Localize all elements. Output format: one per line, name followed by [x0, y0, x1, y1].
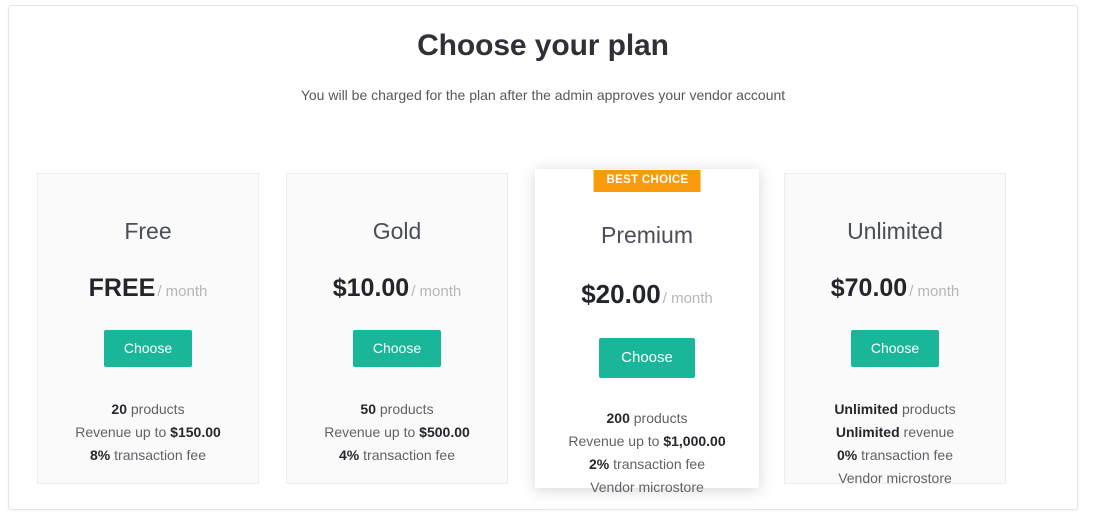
feature-item: Vendor microstore — [785, 467, 1005, 490]
feature-label: transaction fee — [609, 456, 705, 472]
feature-label: transaction fee — [359, 447, 455, 463]
choose-button-premium[interactable]: Choose — [599, 338, 695, 378]
choose-button-gold[interactable]: Choose — [352, 330, 442, 367]
feature-value: 200 — [606, 410, 630, 426]
feature-value: 4% — [339, 447, 360, 463]
plan-features: 200 products Revenue up to $1,000.00 2% … — [536, 378, 758, 499]
feature-item: 0% transaction fee — [785, 444, 1005, 467]
plan-name: Unlimited — [847, 218, 943, 244]
feature-label: Revenue up to — [568, 433, 664, 449]
feature-value: 0% — [837, 447, 858, 463]
feature-label: transaction fee — [110, 447, 206, 463]
plan-amount: $70.00 — [830, 274, 908, 302]
feature-item: Unlimited revenue — [785, 421, 1005, 444]
feature-value: Unlimited — [835, 424, 900, 440]
feature-value: Unlimited — [834, 401, 899, 417]
plan-amount: $10.00 — [332, 274, 410, 302]
feature-item: Vendor microstore — [536, 476, 758, 499]
feature-item: 20 products — [38, 398, 258, 421]
pricing-panel: Choose your plan You will be charged for… — [8, 5, 1078, 510]
choose-button-free[interactable]: Choose — [103, 330, 193, 367]
feature-value: 50 — [360, 401, 376, 417]
feature-value: $150.00 — [170, 424, 221, 440]
feature-value: $1,000.00 — [663, 433, 726, 449]
plan-name: Free — [124, 218, 172, 244]
feature-label: Vendor microstore — [590, 479, 704, 495]
plan-period: / month — [157, 283, 208, 300]
plan-price: $10.00/ month — [287, 243, 507, 301]
plan-card-premium[interactable]: BEST CHOICE Premium $20.00/ month Choose… — [535, 169, 759, 495]
feature-label: products — [126, 401, 185, 417]
feature-item: Revenue up to $1,000.00 — [536, 430, 758, 453]
choose-button-unlimited[interactable]: Choose — [850, 330, 940, 367]
page-title: Choose your plan — [417, 29, 669, 62]
feature-item: Unlimited products — [785, 398, 1005, 421]
feature-label: Revenue up to — [75, 424, 171, 440]
plan-period: / month — [909, 283, 960, 300]
feature-item: 4% transaction fee — [287, 444, 507, 467]
plan-features: 20 products Revenue up to $150.00 8% tra… — [38, 367, 258, 467]
feature-label: Revenue up to — [324, 424, 420, 440]
page-subtitle: You will be charged for the plan after t… — [300, 87, 786, 103]
plan-price: $20.00/ month — [536, 247, 758, 307]
plan-card-gold[interactable]: Gold $10.00/ month Choose 50 products Re… — [286, 173, 508, 484]
plan-period: / month — [662, 290, 713, 307]
feature-label: products — [375, 401, 434, 417]
plan-price: FREE / month — [38, 243, 258, 301]
plan-features: 50 products Revenue up to $500.00 4% tra… — [287, 367, 507, 467]
feature-item: Revenue up to $500.00 — [287, 421, 507, 444]
feature-item: 200 products — [536, 407, 758, 430]
feature-label: transaction fee — [857, 447, 953, 463]
feature-label: revenue — [899, 424, 955, 440]
feature-item: Revenue up to $150.00 — [38, 421, 258, 444]
plan-card-unlimited[interactable]: Unlimited $70.00/ month Choose Unlimited… — [784, 173, 1006, 486]
plan-amount: FREE — [88, 274, 156, 302]
feature-label: products — [629, 410, 688, 426]
plan-price: $70.00/ month — [785, 243, 1005, 301]
plan-name: Gold — [372, 218, 422, 244]
best-choice-badge: BEST CHOICE — [593, 170, 701, 192]
feature-label: products — [898, 401, 956, 417]
feature-item: 8% transaction fee — [38, 444, 258, 467]
feature-value: $500.00 — [419, 424, 470, 440]
feature-value: 20 — [111, 401, 127, 417]
plan-amount: $20.00 — [581, 279, 661, 309]
plan-features: Unlimited products Unlimited revenue 0% … — [785, 367, 1005, 490]
feature-item: 50 products — [287, 398, 507, 421]
plan-period: / month — [411, 283, 462, 300]
plan-list: Free FREE / month Choose 20 products Reve… — [37, 159, 1049, 495]
feature-item: 2% transaction fee — [536, 453, 758, 476]
feature-value: 8% — [90, 447, 111, 463]
plan-card-free[interactable]: Free FREE / month Choose 20 products Reve… — [37, 173, 259, 484]
feature-value: 2% — [589, 456, 610, 472]
feature-label: Vendor microstore — [838, 470, 952, 486]
